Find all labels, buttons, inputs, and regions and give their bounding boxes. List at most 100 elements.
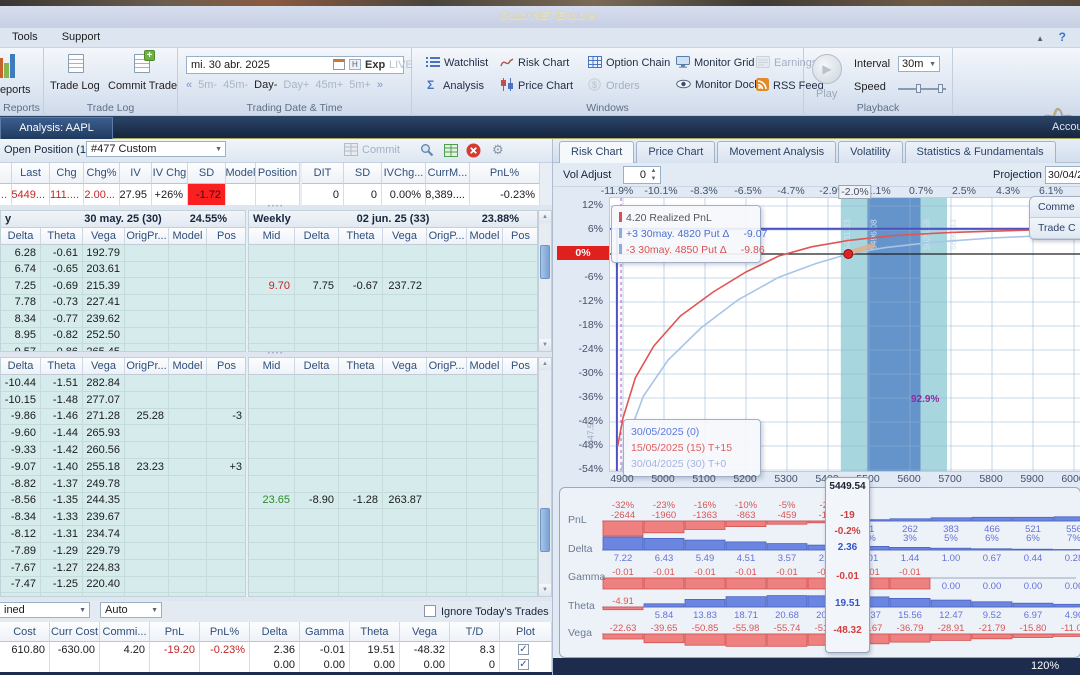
option-row[interactable]: -10.44 -1.51 282.84 xyxy=(1,375,245,392)
option-row[interactable]: -8.12 -1.31 234.74 xyxy=(1,526,245,543)
nav-back-icon[interactable]: « xyxy=(186,79,192,91)
interval-select[interactable]: 30m ▼ xyxy=(898,56,940,72)
option-row[interactable] xyxy=(249,509,537,527)
option-row[interactable]: -9.33 -1.42 260.56 xyxy=(1,442,245,459)
option-row[interactable]: -9.07 -1.40 255.18 23.23 +3 xyxy=(1,459,245,476)
nav-45m-[interactable]: 45m+ xyxy=(315,79,343,91)
tab-analysis-aapl[interactable]: Analysis: AAPL xyxy=(0,117,113,139)
option-row[interactable] xyxy=(249,261,537,278)
option-row[interactable] xyxy=(249,408,537,426)
ribbon-button-analysis[interactable]: Σ Analysis xyxy=(426,78,484,94)
ribbon-button-monitor-grid[interactable]: Monitor Grid xyxy=(676,56,755,71)
menu-tools[interactable]: Tools xyxy=(0,28,50,46)
option-row[interactable]: -8.82 -1.37 249.78 xyxy=(1,475,245,493)
scroll-up-icon[interactable]: ▲ xyxy=(539,211,551,223)
scroll-up-icon[interactable]: ▲ xyxy=(539,358,551,370)
option-row[interactable]: -10.15 -1.48 277.07 xyxy=(1,391,245,409)
option-row[interactable]: -8.34 -1.33 239.67 xyxy=(1,509,245,527)
option-row[interactable]: -9.86 -1.46 271.28 25.28 -3 xyxy=(1,408,245,426)
option-row[interactable] xyxy=(249,475,537,493)
scroll-down-icon[interactable]: ▼ xyxy=(539,584,551,596)
option-row[interactable] xyxy=(249,576,537,594)
nav-5m-[interactable]: 5m- xyxy=(198,79,217,91)
close-position-icon[interactable] xyxy=(466,143,481,161)
trading-date-field[interactable]: mi. 30 abr. 2025 H Exp LIVE xyxy=(186,56,413,74)
option-row[interactable] xyxy=(249,294,537,311)
auto-select[interactable]: Auto ▼ xyxy=(100,602,162,618)
scroll-thumb[interactable] xyxy=(540,508,550,552)
option-row[interactable]: -7.47 -1.25 220.40 xyxy=(1,576,245,594)
option-row[interactable]: -7.67 -1.27 224.83 xyxy=(1,559,245,577)
menu-support[interactable]: Support xyxy=(50,28,113,46)
top-axis-tick: -2.0% xyxy=(838,185,872,199)
comments-button[interactable]: Comme xyxy=(1030,197,1080,218)
option-row[interactable] xyxy=(249,559,537,577)
nav-day-[interactable]: Day- xyxy=(254,79,277,91)
option-row[interactable]: 6.74 -0.65 203.61 xyxy=(1,261,245,278)
view-mode-select[interactable]: ined ▼ xyxy=(0,602,90,618)
nav-45m-[interactable]: 45m- xyxy=(223,79,248,91)
option-row[interactable]: 9.57 -0.86 265.45 xyxy=(1,344,245,351)
tab-volatility[interactable]: Volatility xyxy=(838,141,903,163)
nav-forward-icon[interactable]: » xyxy=(377,79,383,91)
scroll-thumb[interactable] xyxy=(540,245,550,279)
ribbon-collapse-icon[interactable]: ▲ xyxy=(1036,34,1044,43)
option-row[interactable]: 7.78 -0.73 227.41 xyxy=(1,294,245,311)
vol-adjust-spinner[interactable]: 0 ▲ ▼ xyxy=(623,166,661,184)
nav-5m-[interactable]: 5m+ xyxy=(349,79,371,91)
commit-button[interactable]: Commit xyxy=(362,144,400,156)
option-row[interactable] xyxy=(249,425,537,443)
ribbon-button-price-chart[interactable]: Price Chart xyxy=(500,78,573,94)
scrollbar[interactable]: ▲ ▼ xyxy=(538,210,552,352)
option-row[interactable]: 8.95 -0.82 252.50 xyxy=(1,327,245,344)
search-icon[interactable] xyxy=(420,143,434,160)
option-row[interactable] xyxy=(249,245,537,262)
ribbon-button-watchlist[interactable]: Watchlist xyxy=(426,56,488,71)
option-row[interactable]: -7.89 -1.29 229.79 xyxy=(1,543,245,560)
play-button[interactable]: ▶ xyxy=(812,54,842,84)
help-icon[interactable]: ? xyxy=(1059,30,1066,44)
ribbon-button-monitor-dock[interactable]: Monitor Dock xyxy=(676,78,760,93)
option-row[interactable] xyxy=(249,311,537,328)
tab-movement-analysis[interactable]: Movement Analysis xyxy=(717,141,837,163)
option-row[interactable] xyxy=(249,344,537,351)
tab-statistics-fundamentals[interactable]: Statistics & Fundamentals xyxy=(904,141,1056,163)
option-row[interactable] xyxy=(249,391,537,409)
strategy-select[interactable]: #477 Custom ▼ xyxy=(86,141,226,157)
option-row[interactable] xyxy=(249,442,537,459)
svg-text:18.71: 18.71 xyxy=(734,610,758,621)
option-row[interactable]: 7.25 -0.69 215.39 xyxy=(1,278,245,295)
option-row[interactable]: 6.28 -0.61 192.79 xyxy=(1,245,245,262)
ribbon-button-risk-chart[interactable]: Risk Chart xyxy=(500,56,569,71)
option-row[interactable] xyxy=(249,375,537,392)
spinner-arrows-icon[interactable]: ▲ ▼ xyxy=(648,167,659,183)
reports-icon[interactable] xyxy=(0,54,15,78)
trade-calculator-button[interactable]: Trade C xyxy=(1030,218,1080,239)
gear-icon[interactable]: ⚙ xyxy=(492,142,507,160)
ribbon-button-option-chain[interactable]: Option Chain xyxy=(588,56,670,71)
option-row[interactable] xyxy=(249,543,537,560)
reports-button[interactable]: Reports xyxy=(0,84,31,96)
option-row[interactable] xyxy=(249,327,537,344)
scroll-down-icon[interactable]: ▼ xyxy=(539,339,551,351)
projection-date-field[interactable]: 30/04/202 xyxy=(1045,166,1080,184)
ignore-trades-checkbox[interactable] xyxy=(424,605,436,617)
option-row[interactable]: 9.70 7.75 -0.67 237.72 xyxy=(249,278,537,295)
option-row[interactable]: -8.56 -1.35 244.35 xyxy=(1,492,245,510)
option-row[interactable]: 23.65 -8.90 -1.28 263.87 xyxy=(249,492,537,510)
calendar-icon[interactable] xyxy=(333,59,345,70)
tab-risk-chart[interactable]: Risk Chart xyxy=(559,141,635,163)
plot-checkbox[interactable]: ✓ xyxy=(518,659,529,670)
option-row[interactable]: -9.60 -1.44 265.93 xyxy=(1,425,245,443)
export-table-icon[interactable] xyxy=(444,144,458,160)
option-row[interactable] xyxy=(249,526,537,543)
option-row[interactable]: 8.34 -0.77 239.62 xyxy=(1,311,245,328)
tab-price-chart[interactable]: Price Chart xyxy=(636,141,716,163)
nav-day-[interactable]: Day+ xyxy=(283,79,309,91)
splitter-handle[interactable]: •••• xyxy=(0,351,552,357)
scrollbar[interactable]: ▲ ▼ xyxy=(538,357,552,597)
position-row[interactable]: ...5449...-111....-2.00...27.95+26%-1.72… xyxy=(0,184,552,205)
option-row[interactable] xyxy=(249,459,537,476)
hour-icon[interactable]: H xyxy=(349,59,361,70)
plot-checkbox[interactable]: ✓ xyxy=(518,644,529,655)
